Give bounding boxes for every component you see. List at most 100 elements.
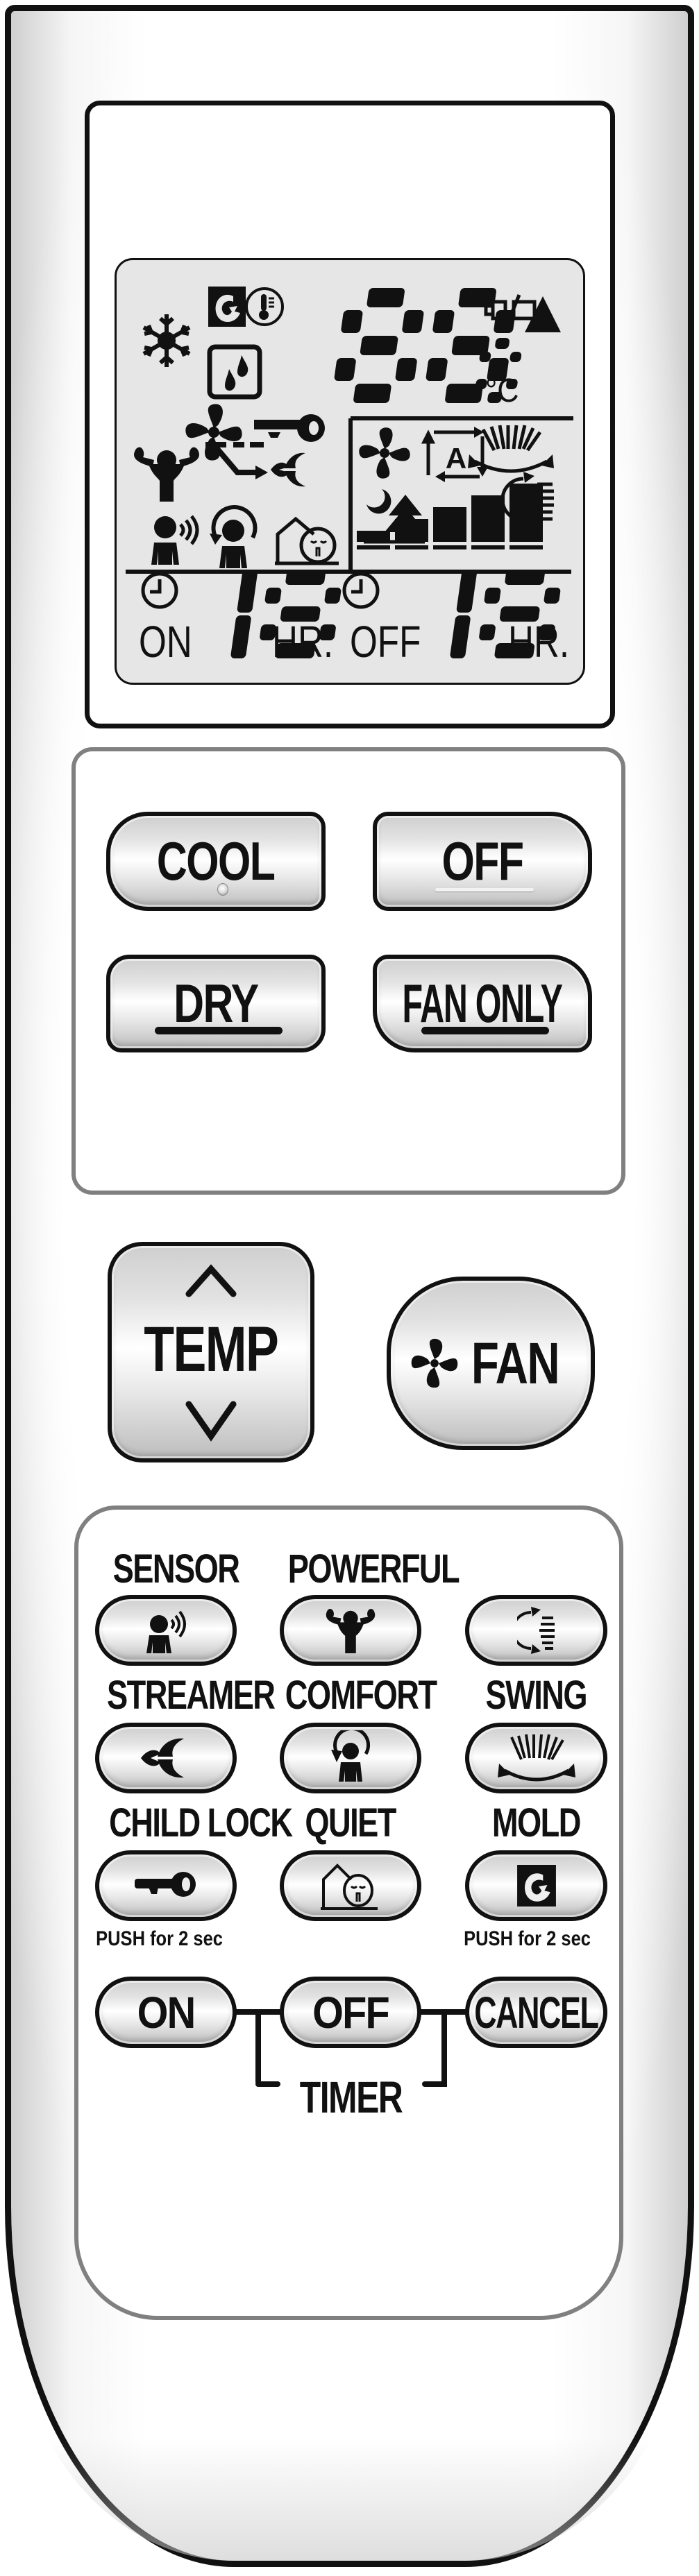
lcd-segment xyxy=(264,588,282,604)
timer-cancel-label: CANCEL xyxy=(474,1987,599,2038)
lcd-segment xyxy=(230,615,251,658)
lcd-segment xyxy=(360,336,398,355)
cool-button[interactable]: COOL xyxy=(106,812,326,911)
off-label: OFF xyxy=(441,830,525,892)
lcd-segment xyxy=(324,588,342,604)
sensor-caption: SENSOR xyxy=(112,1546,240,1592)
quiet-button[interactable] xyxy=(280,1850,421,1921)
dry-button[interactable]: DRY xyxy=(106,955,326,1052)
timer-off-label: OFF xyxy=(312,1987,390,2038)
key-icon xyxy=(135,1872,196,1897)
econo-icon xyxy=(205,442,268,479)
powerful-button[interactable] xyxy=(280,1595,421,1666)
swing-button[interactable] xyxy=(465,1723,607,1793)
quiet-icon xyxy=(275,516,339,565)
auto-icon: A xyxy=(421,427,488,482)
fan-speed-bar-base xyxy=(509,545,543,549)
fan-icon xyxy=(411,1338,458,1388)
key-icon xyxy=(254,414,325,442)
timer-off-button[interactable]: OFF xyxy=(280,1977,421,2048)
mold-proof-icon xyxy=(516,1865,556,1907)
lcd-screen: A ON HR. OFF HR. °C xyxy=(115,258,585,685)
vertical-swing-icon xyxy=(516,1607,555,1654)
comfort-icon xyxy=(210,504,258,568)
streamer-icon xyxy=(141,1738,184,1778)
lcd-segment xyxy=(509,352,522,362)
dry-label: DRY xyxy=(174,973,259,1034)
lcd-segment xyxy=(426,358,448,381)
lcd-segment xyxy=(237,570,258,613)
mold-caption: MOLD xyxy=(492,1800,582,1845)
timer-cancel-button[interactable]: CANCEL xyxy=(465,1977,607,2048)
lcd-segment xyxy=(402,310,424,333)
fan-only-button[interactable]: FAN ONLY xyxy=(373,955,592,1052)
lcd-segment xyxy=(367,288,405,307)
temperature-digit-1 xyxy=(334,288,424,403)
fan-only-underline xyxy=(421,1027,549,1034)
lcd-graphics: A ON HR. OFF HR. °C xyxy=(126,287,573,667)
timer-on-button[interactable]: ON xyxy=(95,1977,237,2048)
timer-bracket xyxy=(422,2081,447,2087)
fan-speed-bar xyxy=(357,531,390,542)
lcd-segment xyxy=(395,358,417,381)
temp-button[interactable]: TEMP xyxy=(108,1242,314,1462)
fan-speed-bar xyxy=(509,484,543,542)
comfort-icon xyxy=(331,1730,371,1782)
dry-icon xyxy=(207,344,262,400)
fan-button[interactable]: FAN xyxy=(387,1277,595,1450)
fan-only-label: FAN ONLY xyxy=(402,973,563,1034)
child-lock-button[interactable] xyxy=(95,1850,237,1921)
comfort-button[interactable] xyxy=(280,1723,421,1793)
mold-proof-icon xyxy=(208,287,246,327)
mold-button[interactable] xyxy=(465,1850,607,1921)
hr-label-on: HR. xyxy=(272,618,333,667)
lcd-segment xyxy=(334,358,356,381)
lcd-segment xyxy=(450,615,471,658)
temp-down-icon[interactable] xyxy=(183,1400,239,1442)
off-button[interactable]: OFF xyxy=(373,812,592,911)
sensor-icon xyxy=(146,1610,186,1653)
temp-label: TEMP xyxy=(144,1313,279,1385)
lcd-segment xyxy=(341,310,363,333)
fan-speed-bar-base xyxy=(471,545,505,549)
streamer-button[interactable] xyxy=(95,1723,237,1793)
cool-label: COOL xyxy=(157,830,276,892)
lcd-segment xyxy=(484,588,501,604)
child-lock-push-note: PUSH for 2 sec xyxy=(96,1927,223,1950)
swing-icon xyxy=(497,1734,575,1782)
sensor-icon xyxy=(151,515,199,565)
fan-speed-bar-base xyxy=(357,545,390,549)
on-timer-digit-1 xyxy=(230,570,258,658)
lcd-segment xyxy=(456,570,477,613)
off-timer-digit-1 xyxy=(450,570,477,658)
cool-indicator-led xyxy=(217,883,228,896)
fan-speed-bar xyxy=(395,519,428,542)
fan-speed-bar xyxy=(471,495,505,542)
quiet-icon xyxy=(321,1863,378,1910)
quiet-caption: QUIET xyxy=(305,1800,397,1845)
lcd-segment xyxy=(353,384,391,403)
fan-speed-bar-base xyxy=(433,545,466,549)
lcd-divider-lines xyxy=(126,416,573,574)
vertical-swing-button[interactable] xyxy=(465,1595,607,1666)
timer-bracket xyxy=(255,2009,261,2087)
child-lock-caption: CHILD LOCK xyxy=(109,1800,293,1845)
mold-push-note: PUSH for 2 sec xyxy=(464,1927,591,1950)
off-timer-clock-icon xyxy=(342,572,380,609)
lcd-segment xyxy=(544,588,561,604)
sensor-button[interactable] xyxy=(95,1595,237,1666)
timer-bracket xyxy=(255,2081,280,2087)
lcd-segment xyxy=(479,624,496,640)
powerful-icon xyxy=(326,1609,376,1654)
snowflake-icon xyxy=(142,314,191,367)
off-label: OFF xyxy=(350,618,421,667)
timer-bracket xyxy=(441,2009,447,2087)
powerful-icon xyxy=(134,447,199,502)
fan-speed-icon xyxy=(359,427,410,479)
dry-underline xyxy=(155,1027,283,1034)
temp-up-icon[interactable] xyxy=(183,1263,239,1298)
thermometer-icon xyxy=(245,287,284,326)
streamer-caption: STREAMER xyxy=(107,1673,276,1718)
lcd-segment xyxy=(432,310,455,333)
on-label: ON xyxy=(139,618,192,667)
